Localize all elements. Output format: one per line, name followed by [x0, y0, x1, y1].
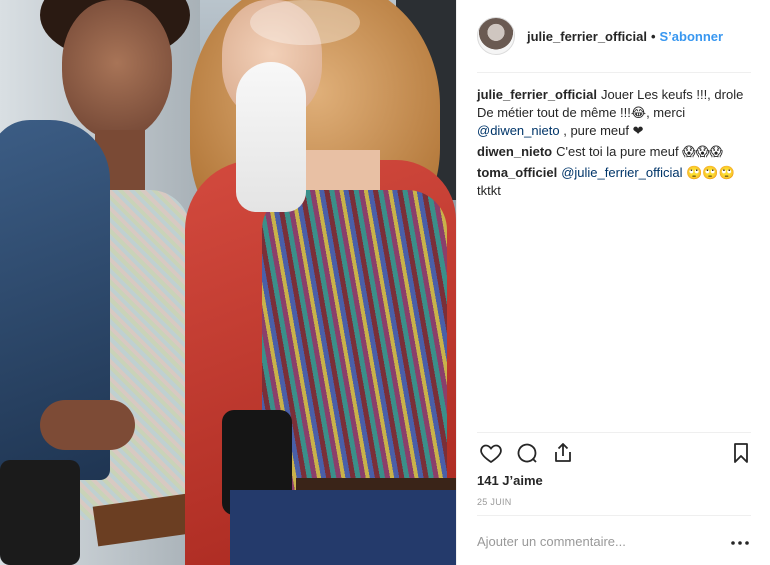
comment-author[interactable]: diwen_nieto: [477, 144, 552, 159]
likes-count[interactable]: 141 J’aime: [477, 473, 543, 488]
follow-button[interactable]: S’abonner: [660, 29, 724, 44]
header-username[interactable]: julie_ferrier_official: [527, 29, 647, 44]
smoke: [250, 0, 360, 45]
share-icon: [551, 441, 575, 468]
post-date[interactable]: 25 JUIN: [477, 497, 512, 507]
more-dots-icon: [730, 534, 750, 549]
header-divider: [477, 72, 751, 73]
person-left-hand: [40, 400, 135, 450]
comment-item: diwen_nieto C'est toi la pure meuf 😱😱😱: [477, 143, 755, 161]
white-glove: [236, 62, 306, 212]
post-header: julie_ferrier_official • S’abonner: [457, 0, 770, 72]
person-right-jeans: [230, 490, 456, 565]
instagram-post: julie_ferrier_official • S’abonner julie…: [0, 0, 770, 565]
comment-button[interactable]: [513, 440, 541, 468]
comment-author[interactable]: julie_ferrier_official: [477, 87, 597, 102]
comments-list: julie_ferrier_official Jouer Les keufs !!…: [477, 86, 755, 203]
actions-divider: [477, 432, 751, 433]
header-separator: •: [650, 28, 656, 44]
comment-mention[interactable]: @diwen_nieto: [477, 123, 560, 138]
comment-caption: julie_ferrier_official Jouer Les keufs !!…: [477, 86, 755, 140]
post-side-panel: julie_ferrier_official • S’abonner julie…: [456, 0, 770, 565]
comment-input-divider: [477, 515, 751, 516]
person-left-face: [62, 0, 172, 140]
comment-text: C'est toi la pure meuf 😱😱😱: [556, 144, 723, 159]
comment-item: toma_officiel @julie_ferrier_official 🙄🙄🙄…: [477, 164, 755, 200]
like-button[interactable]: [477, 440, 505, 468]
save-button[interactable]: [727, 440, 755, 468]
comment-mention[interactable]: @julie_ferrier_official: [561, 165, 682, 180]
more-options-button[interactable]: [729, 532, 751, 550]
holster: [0, 460, 80, 565]
speech-bubble-icon: [515, 441, 539, 468]
post-photo[interactable]: [0, 0, 456, 565]
comment-author[interactable]: toma_officiel: [477, 165, 557, 180]
bookmark-icon: [729, 441, 753, 468]
share-button[interactable]: [549, 440, 577, 468]
heart-icon: [479, 441, 503, 468]
comment-input[interactable]: [477, 531, 717, 551]
post-actions: [477, 440, 757, 470]
avatar[interactable]: [477, 17, 515, 55]
comment-text-after: , pure meuf ❤: [563, 123, 644, 138]
